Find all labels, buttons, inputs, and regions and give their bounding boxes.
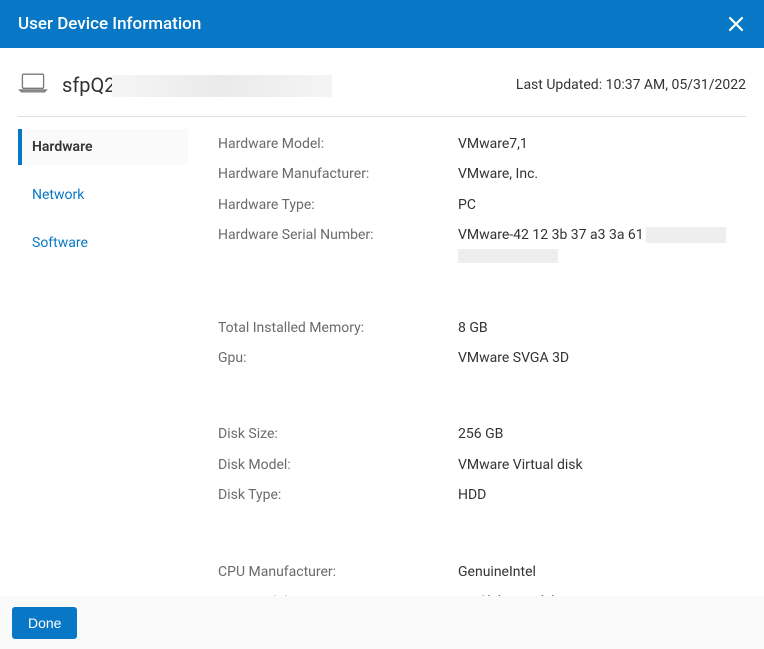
dialog-title: User Device Information — [18, 14, 201, 34]
label-disk-size: Disk Size: — [218, 423, 458, 445]
value-hardware-model: VMware7,1 — [458, 133, 528, 155]
close-button[interactable] — [726, 14, 746, 34]
tab-network-label: Network — [32, 187, 84, 203]
dialog-header: User Device Information — [0, 0, 764, 48]
row-disk-size: Disk Size: 256 GB — [218, 419, 746, 449]
row-hardware-serial: Hardware Serial Number: VMware-42 12 3b … — [218, 220, 746, 266]
value-disk-model: VMware Virtual disk — [458, 454, 583, 476]
label-hardware-serial: Hardware Serial Number: — [218, 224, 458, 262]
tab-hardware-label: Hardware — [32, 139, 93, 155]
value-cpu-manufacturer: GenuineIntel — [458, 561, 536, 583]
done-button[interactable]: Done — [12, 607, 77, 639]
row-disk-model: Disk Model: VMware Virtual disk — [218, 450, 746, 480]
label-disk-model: Disk Model: — [218, 454, 458, 476]
value-total-memory: 8 GB — [458, 317, 488, 339]
last-updated-value: 10:37 AM, 05/31/2022 — [606, 77, 746, 93]
group-hardware: Hardware Model: VMware7,1 Hardware Manuf… — [218, 129, 746, 267]
group-memory: Total Installed Memory: 8 GB Gpu: VMware… — [218, 313, 746, 374]
device-name-text: sfpQ2 — [62, 73, 116, 97]
row-hardware-manufacturer: Hardware Manufacturer: VMware, Inc. — [218, 159, 746, 189]
serial-redacted-2 — [458, 249, 558, 263]
label-hardware-manufacturer: Hardware Manufacturer: — [218, 163, 458, 185]
row-hardware-type: Hardware Type: PC — [218, 190, 746, 220]
value-hardware-serial: VMware-42 12 3b 37 a3 3a 61 — [458, 224, 726, 262]
device-identity: sfpQ2 — [18, 72, 332, 98]
tab-software[interactable]: Software — [18, 225, 188, 261]
device-name: sfpQ2 — [62, 73, 332, 98]
row-disk-type: Disk Type: HDD — [218, 480, 746, 510]
label-hardware-model: Hardware Model: — [218, 133, 458, 155]
close-icon — [728, 16, 744, 32]
value-hardware-manufacturer: VMware, Inc. — [458, 163, 538, 185]
sidebar: Hardware Network Software — [18, 129, 188, 597]
last-updated: Last Updated: 10:37 AM, 05/31/2022 — [516, 77, 746, 93]
row-hardware-model: Hardware Model: VMware7,1 — [218, 129, 746, 159]
done-button-label: Done — [28, 615, 61, 631]
label-cpu-manufacturer: CPU Manufacturer: — [218, 561, 458, 583]
value-gpu: VMware SVGA 3D — [458, 347, 569, 369]
tab-network[interactable]: Network — [18, 177, 188, 213]
body-row: Hardware Network Software Hardware Model… — [18, 117, 746, 597]
label-total-memory: Total Installed Memory: — [218, 317, 458, 339]
device-summary-row: sfpQ2 Last Updated: 10:37 AM, 05/31/2022 — [18, 72, 746, 117]
row-cpu-manufacturer: CPU Manufacturer: GenuineIntel — [218, 557, 746, 587]
last-updated-label: Last Updated: — [516, 77, 602, 93]
laptop-icon — [18, 72, 48, 98]
group-disk: Disk Size: 256 GB Disk Model: VMware Vir… — [218, 419, 746, 510]
device-name-redacted — [112, 75, 332, 97]
serial-redacted-1 — [646, 227, 726, 243]
details-panel: Hardware Model: VMware7,1 Hardware Manuf… — [188, 129, 746, 597]
label-hardware-type: Hardware Type: — [218, 194, 458, 216]
value-disk-size: 256 GB — [458, 423, 503, 445]
dialog-content: sfpQ2 Last Updated: 10:37 AM, 05/31/2022… — [0, 48, 764, 597]
label-disk-type: Disk Type: — [218, 484, 458, 506]
row-total-memory: Total Installed Memory: 8 GB — [218, 313, 746, 343]
row-gpu: Gpu: VMware SVGA 3D — [218, 343, 746, 373]
serial-visible: VMware-42 12 3b 37 a3 3a 61 — [458, 227, 644, 243]
group-cpu: CPU Manufacturer: GenuineIntel CPU Model… — [218, 557, 746, 597]
value-hardware-type: PC — [458, 194, 476, 216]
value-disk-type: HDD — [458, 484, 486, 506]
tab-hardware[interactable]: Hardware — [18, 129, 188, 165]
tab-software-label: Software — [32, 235, 88, 251]
dialog-footer: Done — [0, 596, 764, 649]
label-gpu: Gpu: — [218, 347, 458, 369]
